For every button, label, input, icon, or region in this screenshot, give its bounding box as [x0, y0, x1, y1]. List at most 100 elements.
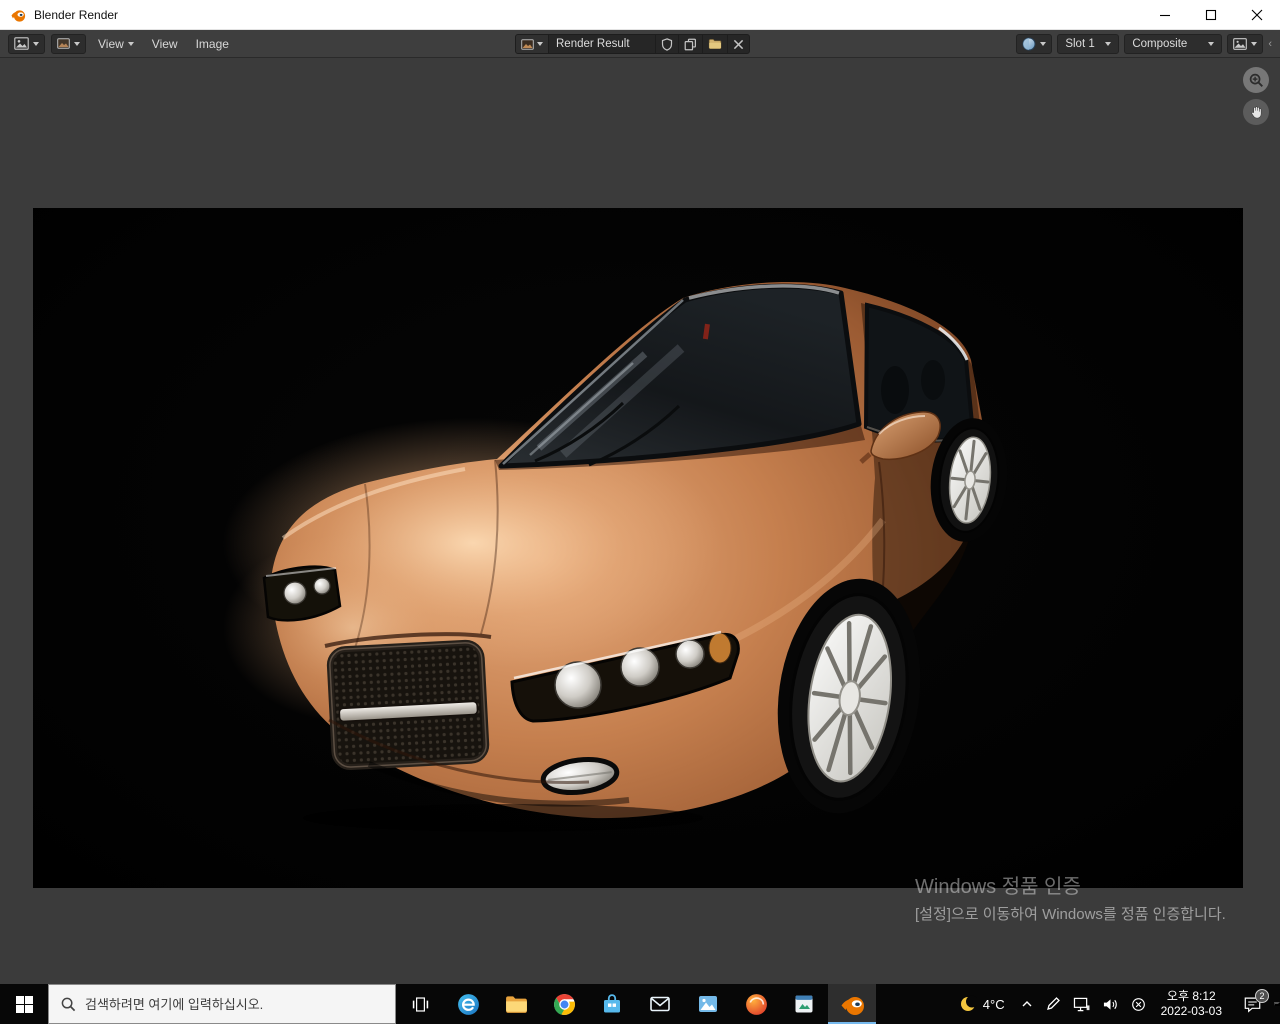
viewport-float-tools — [1243, 67, 1269, 125]
network-tray-button[interactable] — [1067, 984, 1096, 1024]
close-x-icon — [733, 39, 744, 50]
window-titlebar: Blender Render — [0, 0, 1280, 30]
taskbar-media-app-button[interactable] — [780, 984, 828, 1024]
menu-image[interactable]: Image — [190, 34, 235, 54]
taskbar-mail-button[interactable] — [636, 984, 684, 1024]
windows-taskbar: 4°C — [0, 984, 1280, 1024]
duplicate-icon — [684, 38, 697, 51]
render-pass-dropdown[interactable]: Composite — [1124, 34, 1222, 54]
taskbar-photos-button[interactable] — [684, 984, 732, 1024]
view-dropdown-label: View — [98, 37, 124, 51]
moon-icon — [959, 995, 977, 1013]
header-right-controls: Slot 1 Composite ‹ — [1016, 34, 1272, 54]
chevron-down-icon — [1040, 42, 1046, 46]
view-dropdown[interactable]: View — [92, 34, 140, 54]
action-center-button[interactable]: 2 — [1231, 984, 1274, 1024]
start-button[interactable] — [0, 984, 48, 1024]
close-button[interactable] — [1234, 0, 1280, 30]
taskbar-store-button[interactable] — [588, 984, 636, 1024]
open-image-button[interactable] — [702, 35, 727, 53]
chevron-up-icon — [1021, 998, 1033, 1010]
task-view-button[interactable] — [396, 984, 444, 1024]
image-editor-header: View View Image Render Result — [0, 30, 1280, 58]
zoom-in-icon — [1249, 73, 1264, 88]
taskbar-blender-button[interactable] — [828, 984, 876, 1024]
activation-body: [설정]으로 이동하여 Windows를 정품 인증합니다. — [915, 904, 1245, 925]
slot-dropdown[interactable]: Slot 1 — [1057, 34, 1119, 54]
maximize-button[interactable] — [1188, 0, 1234, 30]
rendered-image[interactable] — [33, 208, 1243, 888]
chevron-down-icon — [1251, 42, 1257, 46]
blender-icon — [839, 991, 866, 1018]
image-editor-icon — [14, 37, 29, 50]
pen-icon — [1045, 996, 1061, 1012]
view-mode-dropdown[interactable] — [51, 34, 86, 54]
slot-label: Slot 1 — [1065, 38, 1094, 50]
maximize-icon — [1205, 9, 1217, 21]
edge-icon — [456, 992, 481, 1017]
ethernet-icon — [1073, 997, 1090, 1012]
render-pass-label: Composite — [1132, 38, 1187, 50]
microsoft-store-icon — [600, 992, 624, 1016]
image-pin-dropdown[interactable] — [1227, 34, 1263, 54]
window-controls — [1142, 0, 1280, 30]
image-layers-icon — [1233, 38, 1247, 50]
view-menu-label: View — [152, 37, 178, 51]
minimize-icon — [1159, 9, 1171, 21]
media-app-icon — [792, 992, 816, 1016]
browse-image-icon — [521, 39, 534, 50]
pan-button[interactable] — [1243, 99, 1269, 125]
search-input[interactable] — [85, 997, 365, 1012]
image-icon — [57, 38, 70, 49]
render-car-illustration — [33, 208, 1243, 888]
image-name-field[interactable]: Render Result — [549, 38, 655, 50]
hidden-icons-button[interactable] — [1015, 984, 1039, 1024]
taskbar-browser-button[interactable] — [732, 984, 780, 1024]
taskbar-search-box[interactable] — [48, 984, 396, 1024]
color-alpha-sphere-icon — [1022, 37, 1036, 51]
editor-type-dropdown[interactable] — [8, 34, 45, 54]
browse-image-dropdown[interactable] — [516, 35, 549, 53]
pan-hand-icon — [1249, 105, 1264, 120]
chevron-down-icon — [33, 42, 39, 46]
chevron-down-icon — [74, 42, 80, 46]
task-view-icon — [411, 996, 430, 1013]
volume-tray-button[interactable] — [1096, 984, 1125, 1024]
taskbar-file-explorer-button[interactable] — [492, 984, 540, 1024]
blender-app-icon — [10, 7, 26, 23]
menu-view[interactable]: View — [146, 34, 184, 54]
display-channels-dropdown[interactable] — [1016, 34, 1052, 54]
minimize-button[interactable] — [1142, 0, 1188, 30]
location-off-tray-button[interactable] — [1125, 984, 1152, 1024]
taskbar-clock[interactable]: 오후 8:12 2022-03-03 — [1152, 984, 1231, 1024]
show-desktop-button[interactable] — [1274, 1002, 1280, 1006]
region-collapse-arrow[interactable]: ‹ — [1268, 39, 1272, 50]
clock-date: 2022-03-03 — [1161, 1004, 1222, 1019]
mail-icon — [648, 992, 672, 1016]
taskbar-chrome-button[interactable] — [540, 984, 588, 1024]
duplicate-image-button[interactable] — [678, 35, 702, 53]
circle-x-icon — [1131, 997, 1146, 1012]
temperature-label: 4°C — [983, 997, 1005, 1012]
pen-tray-button[interactable] — [1039, 984, 1067, 1024]
chevron-down-icon — [537, 42, 543, 46]
desktop: Blender Render — [0, 0, 1280, 1024]
clock-time: 오후 8:12 — [1167, 989, 1216, 1004]
car-grille — [329, 642, 487, 768]
car-left-headlight — [264, 567, 340, 621]
taskbar-edge-button[interactable] — [444, 984, 492, 1024]
weather-widget[interactable]: 4°C — [949, 984, 1015, 1024]
chevron-down-icon — [128, 42, 134, 46]
windows-logo-icon — [16, 996, 33, 1013]
fake-user-button[interactable] — [655, 35, 678, 53]
open-folder-icon — [708, 38, 722, 50]
unlink-image-button[interactable] — [727, 35, 749, 53]
image-editor-viewport[interactable]: Windows 정품 인증 [설정]으로 이동하여 Windows를 정품 인증… — [0, 58, 1280, 984]
image-menu-label: Image — [196, 37, 229, 51]
chevron-down-icon — [1105, 42, 1111, 46]
zoom-in-button[interactable] — [1243, 67, 1269, 93]
file-explorer-icon — [504, 992, 529, 1017]
search-icon — [61, 997, 76, 1012]
speaker-icon — [1102, 997, 1119, 1012]
notification-badge: 2 — [1255, 989, 1269, 1003]
